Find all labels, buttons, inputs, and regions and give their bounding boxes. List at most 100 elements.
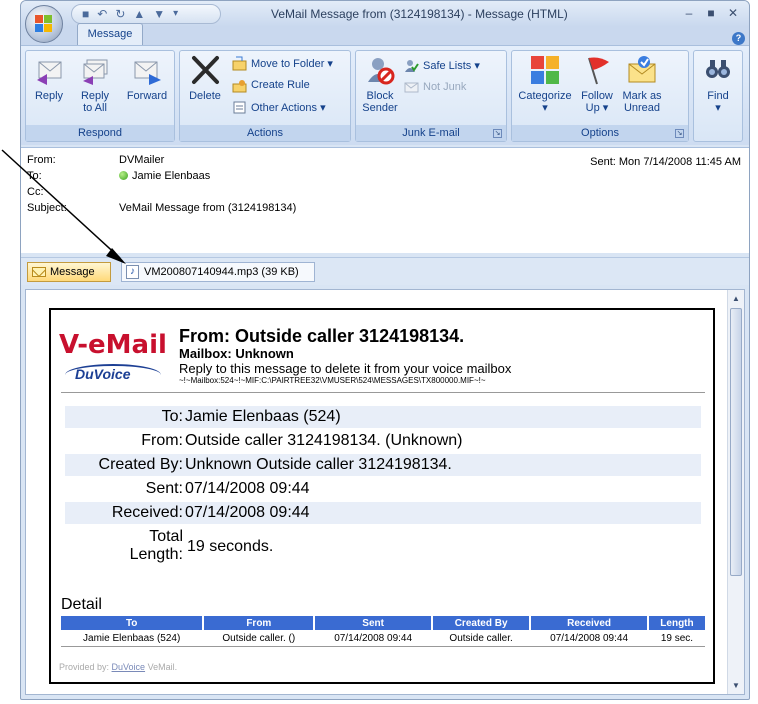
to-label: To: [27,170,42,182]
find-button[interactable]: Find ▾ [698,54,738,114]
message-body: V-eMail DuVoice From: Outside caller 312… [25,289,745,695]
info-row-total-length: Total Length: 19 seconds. [129,528,274,563]
move-to-folder-icon [232,56,247,71]
forward-icon [131,54,163,86]
vemail-mailbox: Mailbox: Unknown [179,346,294,361]
message-attachment-tab[interactable]: Message [27,262,111,282]
sent-value: Sent: Mon 7/14/2008 11:45 AM [590,156,741,168]
minimize-icon[interactable]: – [679,6,699,20]
column-header-to: To [61,616,205,630]
presence-icon [119,171,128,180]
block-sender-icon [364,54,396,86]
table-cell: 07/14/2008 09:44 [530,630,649,646]
save-icon[interactable]: ■ [82,8,89,20]
other-actions-icon [232,100,247,115]
maximize-icon[interactable]: ■ [701,6,721,20]
safe-lists-icon [404,58,419,73]
move-to-folder-button[interactable]: Move to Folder ▾ [232,55,333,71]
next-item-icon[interactable]: ▼ [153,8,165,20]
ribbon: Reply Reply to All Forward Respond Delet… [21,45,749,145]
info-row-created-by: Created By: Unknown Outside caller 31241… [65,454,701,476]
table-row: Jamie Elenbaas (524) Outside caller. () … [61,630,708,646]
help-icon[interactable]: ? [732,32,745,45]
table-cell: Outside caller. [431,630,532,646]
respond-group-label: Respond [26,125,174,141]
table-cell: 19 sec. [647,630,708,646]
vemail-card: V-eMail DuVoice From: Outside caller 312… [49,308,715,684]
scroll-thumb[interactable] [730,308,742,576]
not-junk-button[interactable]: Not Junk [404,79,466,95]
vemail-from-heading: From: Outside caller 3124198134. [179,326,465,346]
info-row-sent: Sent: 07/14/2008 09:44 [145,480,310,497]
detail-heading: Detail [61,596,102,613]
info-row-from: From: Outside caller 3124198134. (Unknow… [141,432,463,449]
delete-button[interactable]: Delete [184,54,226,102]
column-header-sent: Sent [314,616,433,630]
forward-button[interactable]: Forward [122,54,172,102]
subject-label: Subject: [27,202,67,214]
respond-group: Reply Reply to All Forward Respond [25,50,175,142]
actions-group-label: Actions [180,125,350,141]
customize-qat-icon[interactable]: ▾ [173,8,178,20]
reply-all-button[interactable]: Reply to All [72,54,118,114]
divider [61,646,705,647]
table-cell: 07/14/2008 09:44 [314,630,433,646]
junk-email-launcher-icon[interactable]: ↘ [493,129,502,138]
quick-access-toolbar: ■ ↶ ↻ ▲ ▼ ▾ [71,4,221,24]
options-group: Categorize ▾ Follow Up ▾ Mark as Unread … [511,50,689,142]
office-button[interactable] [25,5,63,43]
vemail-reply-note: Reply to this message to delete it from … [179,361,512,376]
outlook-message-window: ■ ↶ ↻ ▲ ▼ ▾ VeMail Message from (3124198… [20,0,750,700]
attachment-bar: Message ♪ VM200807140944.mp3 (39 KB) [21,257,749,285]
redo-icon[interactable]: ↻ [115,8,125,20]
scroll-up-icon[interactable]: ▲ [732,294,740,303]
actions-group: Delete Move to Folder ▾ Create Rule Othe… [179,50,351,142]
options-group-label: Options [512,125,688,141]
table-cell: Outside caller. () [203,630,316,646]
create-rule-button[interactable]: Create Rule [232,77,310,93]
column-header-created-by: Created By [431,616,532,630]
to-value[interactable]: Jamie Elenbaas [119,170,210,182]
envelope-icon [32,267,46,277]
junk-email-group-label: Junk E-mail [356,125,506,141]
mark-as-unread-button[interactable]: Mark as Unread [620,54,664,114]
from-value[interactable]: DVMailer [119,154,164,166]
scroll-down-icon[interactable]: ▼ [732,681,740,690]
previous-item-icon[interactable]: ▲ [133,8,145,20]
reply-all-icon [79,54,111,86]
detail-table: To From Sent Created By Received Length … [61,616,708,646]
info-row-to: To: Jamie Elenbaas (524) [65,406,701,428]
duvoice-link[interactable]: DuVoice [112,662,146,672]
column-header-length: Length [647,616,708,630]
block-sender-button[interactable]: Block Sender [360,54,400,114]
safe-lists-button[interactable]: Safe Lists ▾ [404,57,480,73]
mp3-attachment[interactable]: ♪ VM200807140944.mp3 (39 KB) [121,262,315,282]
divider [61,392,705,393]
audio-file-icon: ♪ [126,265,139,279]
vertical-scrollbar[interactable]: ▲ ▼ [727,290,744,694]
info-row-received: Received: 07/14/2008 09:44 [65,502,701,524]
other-actions-button[interactable]: Other Actions ▾ [232,99,326,115]
window-title: VeMail Message from (3124198134) - Messa… [271,7,568,21]
undo-icon[interactable]: ↶ [97,8,107,20]
vemail-logo: V-eMail DuVoice [59,328,171,390]
detail-table-header-row: To From Sent Created By Received Length [61,616,708,630]
subject-value: VeMail Message from (3124198134) [119,202,297,214]
create-rule-icon [232,78,247,93]
message-header: From: DVMailer Sent: Mon 7/14/2008 11:45… [21,147,749,253]
column-header-received: Received [530,616,649,630]
vemail-mif-path: ~!~Mailbox:524~!~MIF:C:\PAIRTREE32\VMUSE… [179,376,486,385]
delete-icon [189,54,221,86]
follow-up-button[interactable]: Follow Up ▾ [576,54,618,114]
reply-icon [33,54,65,86]
close-icon[interactable]: ✕ [723,6,743,20]
tab-message[interactable]: Message [77,23,143,45]
reply-button[interactable]: Reply [30,54,68,102]
binoculars-icon [702,54,734,86]
follow-up-flag-icon [581,54,613,86]
find-group: Find ▾ [693,50,743,142]
categorize-button[interactable]: Categorize ▾ [516,54,574,114]
column-header-from: From [203,616,316,630]
options-launcher-icon[interactable]: ↘ [675,129,684,138]
not-junk-icon [404,80,419,95]
